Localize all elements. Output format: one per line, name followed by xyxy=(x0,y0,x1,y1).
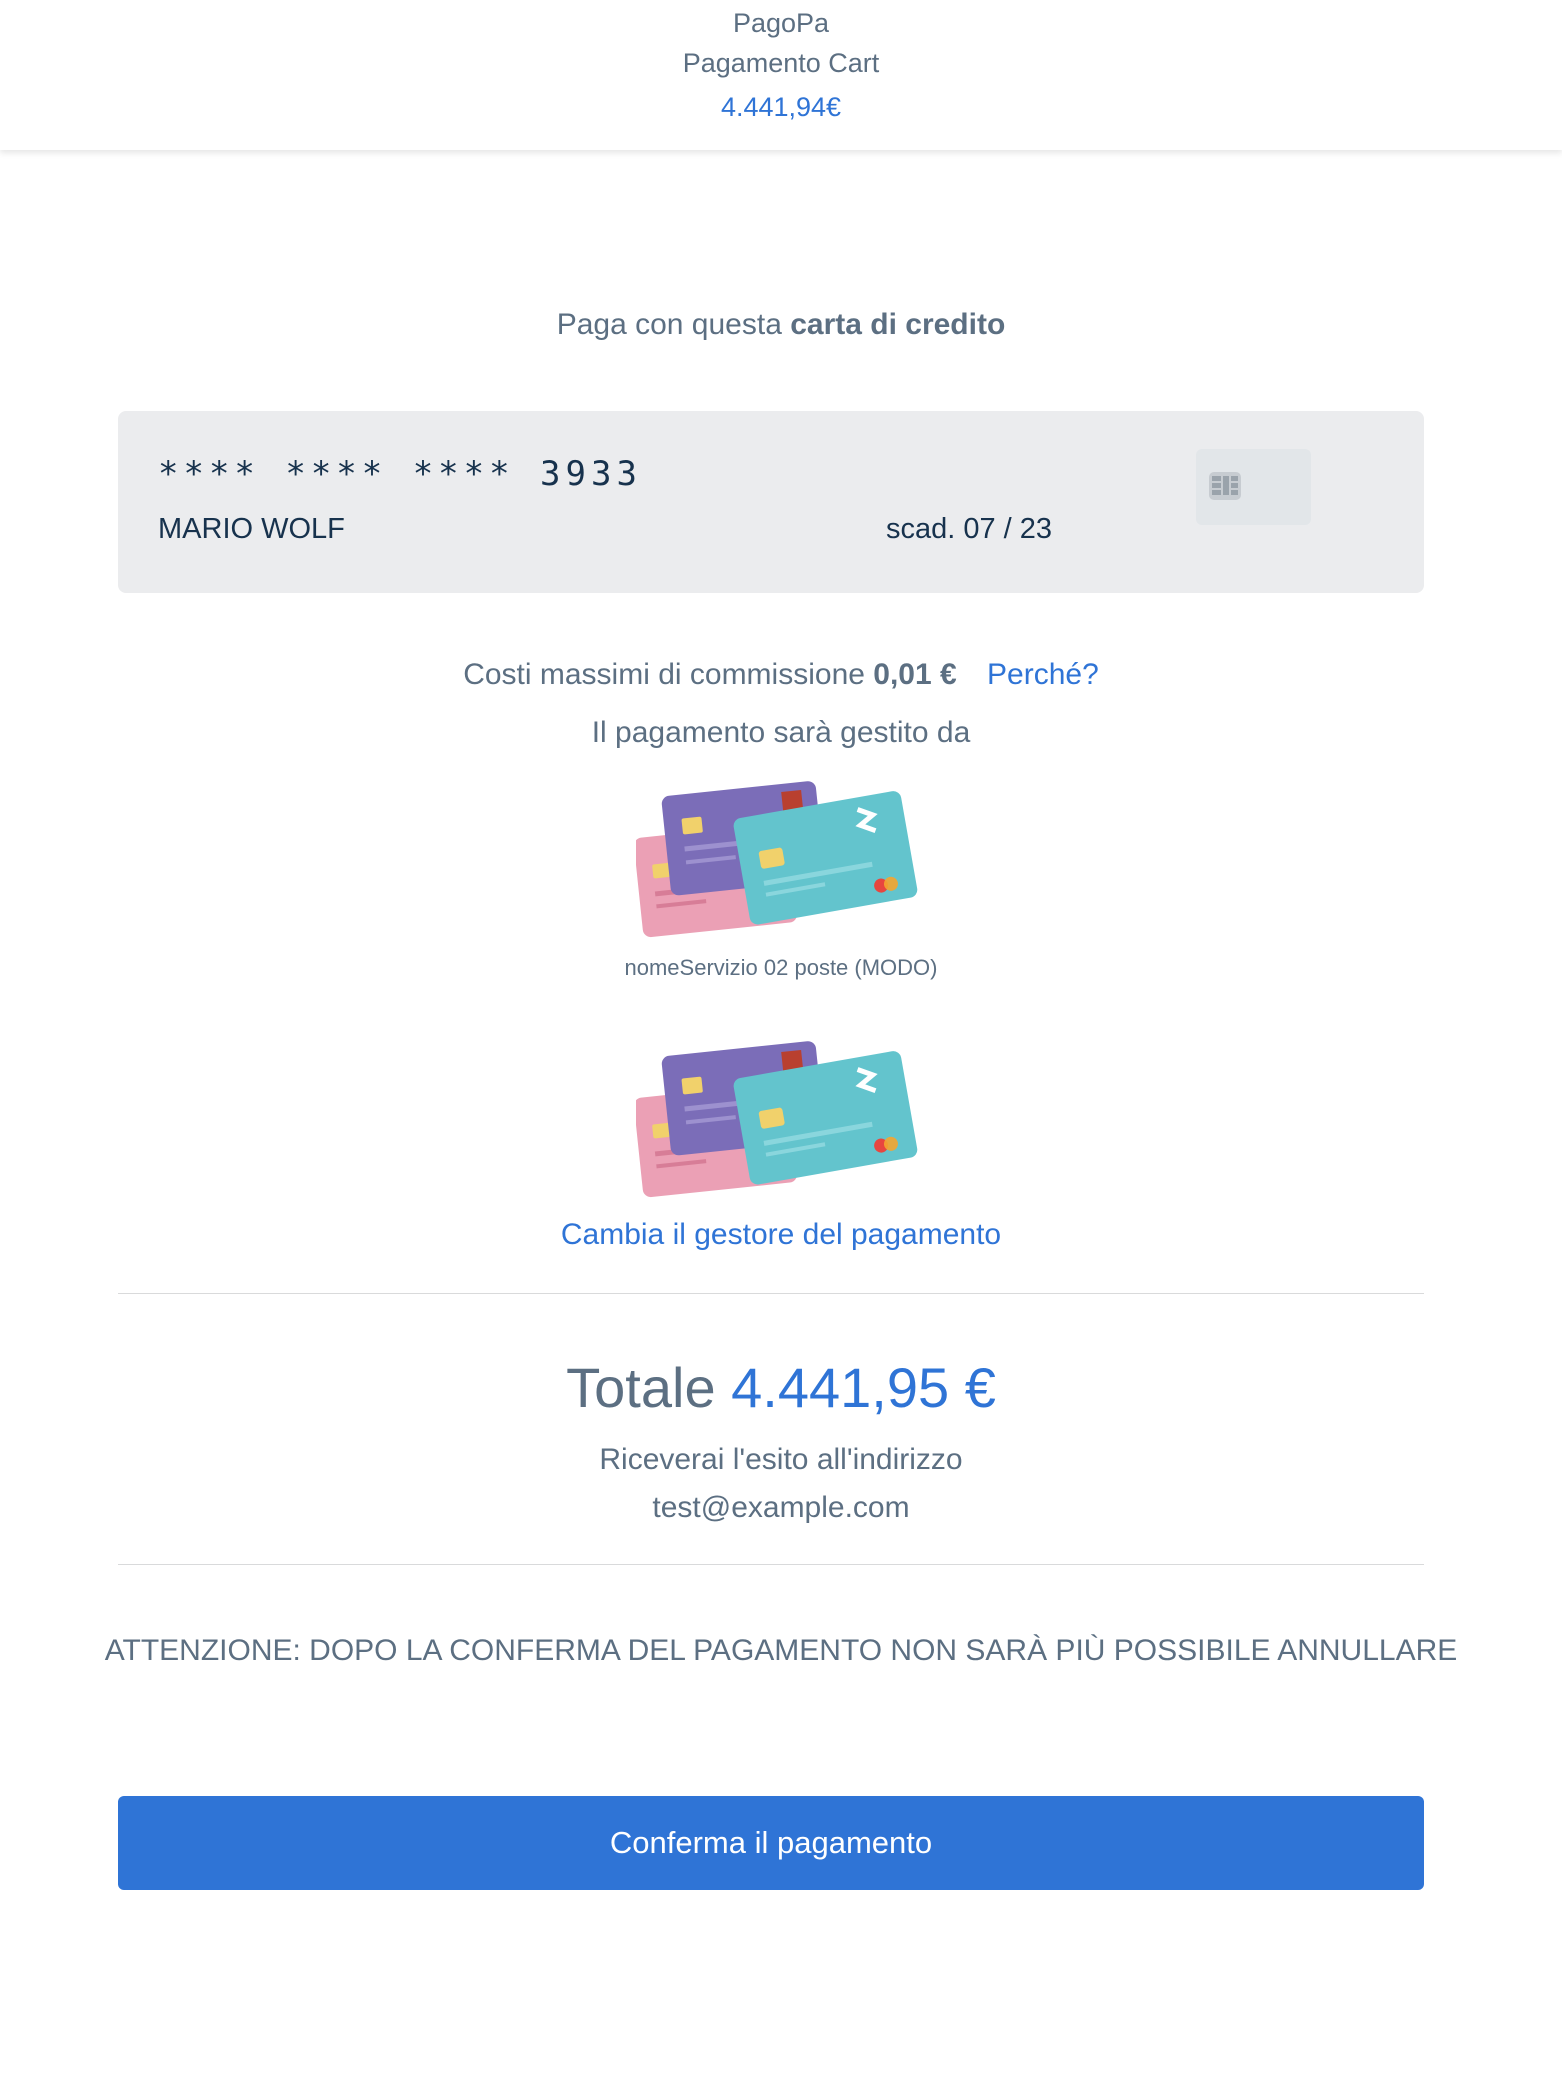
divider xyxy=(118,1564,1424,1565)
card-chip-icon xyxy=(1196,449,1311,525)
intro-bold: carta di credito xyxy=(790,308,1006,341)
psp-name: nomeServizio 02 poste (MODO) xyxy=(624,955,938,980)
header-subtitle: Pagamento Cart xyxy=(682,48,880,78)
why-link[interactable]: Perché? xyxy=(987,658,1099,691)
card-expiry: scad. 07 / 23 xyxy=(886,513,1053,545)
managed-by-label: Il pagamento sarà gestito da xyxy=(591,716,971,749)
card-holder: MARIO WOLF xyxy=(158,513,345,545)
divider xyxy=(118,1293,1424,1294)
commission-line: Costi massimi di commissione 0,01 € Perc… xyxy=(0,658,1562,692)
change-psp-link[interactable]: Cambia il gestore del pagamento xyxy=(0,1218,1562,1252)
app-header: PagoPa Pagamento Cart 4.441,94€ xyxy=(0,0,1562,150)
total-label: Totale xyxy=(566,1356,716,1419)
cancel-warning: ATTENZIONE: DOPO LA CONFERMA DEL PAGAMEN… xyxy=(104,1634,1458,1667)
psp-cards-icon xyxy=(636,1041,918,1198)
total-value: 4.441,95 € xyxy=(731,1356,996,1419)
receipt-text: Riceverai l'esito all'indirizzo xyxy=(599,1443,963,1476)
commission-label: Costi massimi di commissione xyxy=(463,658,865,691)
psp-cards-icon xyxy=(636,781,918,938)
app-name: PagoPa xyxy=(732,8,830,38)
commission-amount: 0,01 € xyxy=(873,658,957,691)
intro-prefix: Paga con questa xyxy=(556,308,791,341)
total-line: Totale 4.441,95 € xyxy=(0,1355,1562,1420)
header-amount: 4.441,94€ xyxy=(720,92,842,122)
card-number: **** **** **** 3933 xyxy=(158,454,642,494)
receipt-email: test@example.com xyxy=(652,1491,910,1524)
pay-with-card-title: Paga con questa carta di credito xyxy=(0,308,1562,342)
confirm-payment-button[interactable]: Conferma il pagamento xyxy=(118,1796,1424,1890)
credit-card-summary: **** **** **** 3933 MARIO WOLF scad. 07 … xyxy=(118,411,1424,593)
